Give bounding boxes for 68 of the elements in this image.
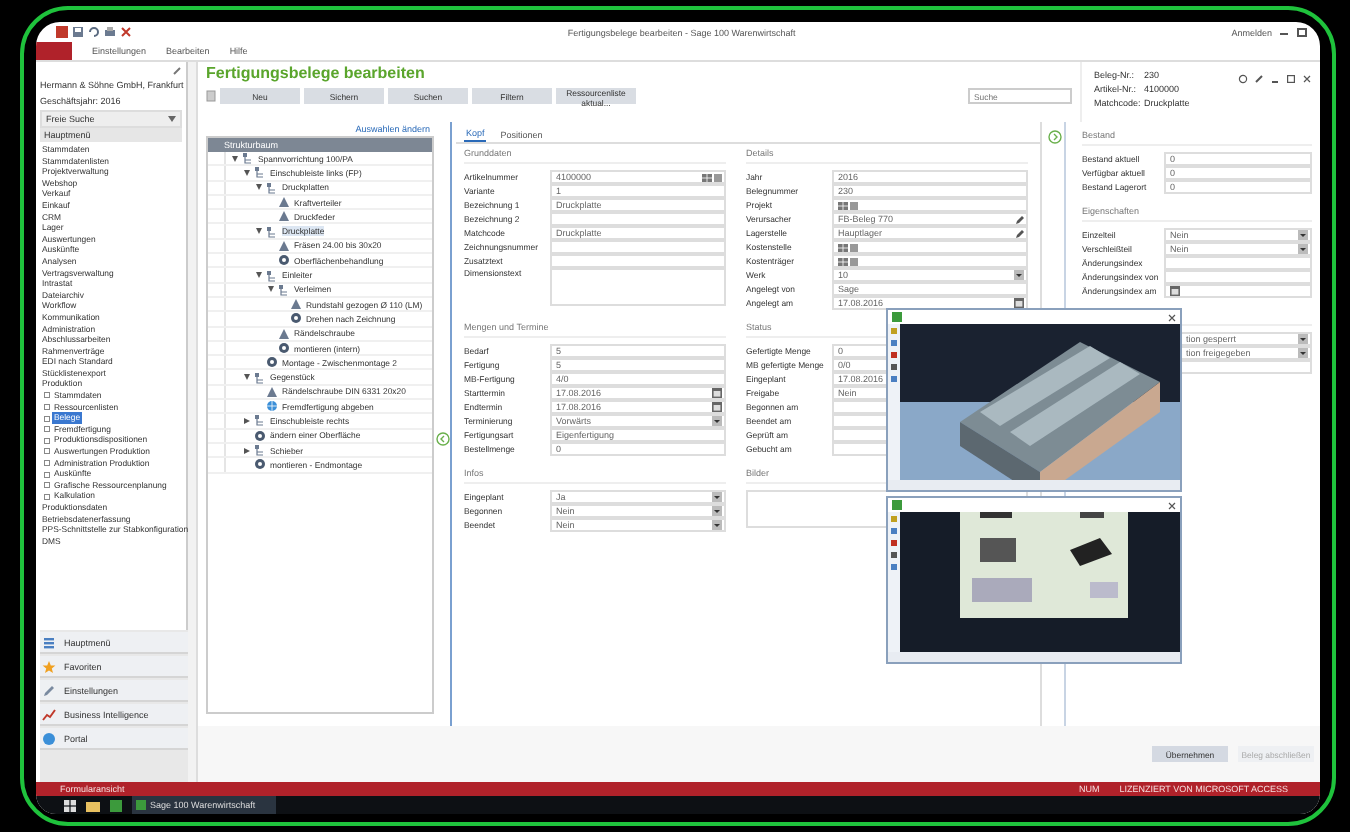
input-field[interactable]	[550, 211, 726, 227]
expand-arrow-icon[interactable]	[256, 184, 262, 191]
globe-icon	[266, 400, 278, 413]
app-icon	[136, 800, 146, 810]
restore-icon[interactable]	[1296, 26, 1308, 38]
dropdown-icon[interactable]	[1298, 348, 1308, 358]
expand-arrow-icon[interactable]	[244, 447, 250, 454]
app-icon	[892, 500, 902, 510]
restore-icon[interactable]	[1286, 74, 1296, 84]
input-field[interactable]	[1180, 359, 1312, 375]
undo-icon[interactable]	[88, 26, 100, 38]
dropdown-icon[interactable]	[1298, 334, 1308, 344]
dropdown-icon[interactable]	[712, 520, 722, 530]
close-icon[interactable]	[1168, 501, 1176, 509]
input-field[interactable]	[832, 253, 1028, 269]
caret-icon	[168, 116, 176, 122]
dropdown-icon[interactable]	[1014, 270, 1024, 280]
input-field[interactable]	[550, 239, 726, 255]
close-icon[interactable]	[1168, 313, 1176, 321]
close-icon[interactable]	[120, 26, 132, 38]
folder-icon[interactable]	[86, 799, 100, 811]
input-field[interactable]	[1164, 269, 1312, 285]
chart-icon	[42, 707, 56, 721]
input-field[interactable]	[832, 239, 1028, 255]
page-title: Fertigungsbelege bearbeiten	[206, 62, 427, 86]
print-icon[interactable]	[104, 26, 116, 38]
windows-icon[interactable]	[64, 799, 76, 811]
table-icon[interactable]	[702, 173, 712, 181]
gear-icon	[290, 312, 302, 325]
gear-icon	[278, 254, 290, 267]
calendar-icon[interactable]	[1170, 286, 1180, 296]
structure-icon	[254, 444, 266, 457]
expand-arrow-icon[interactable]	[244, 417, 250, 424]
expand-arrow-icon[interactable]	[256, 228, 262, 235]
input-field[interactable]	[1164, 255, 1312, 271]
star-icon	[42, 659, 56, 673]
app-icon	[56, 26, 68, 38]
table-icon[interactable]	[838, 257, 848, 265]
input-field[interactable]	[832, 197, 1028, 213]
triangle-icon	[278, 239, 290, 252]
dropdown-icon[interactable]	[712, 506, 722, 516]
menu-icon	[42, 635, 56, 649]
calendar-icon[interactable]	[1014, 298, 1024, 308]
dropdown-icon[interactable]	[1298, 244, 1308, 254]
dropdown-icon[interactable]	[712, 492, 722, 502]
triangle-icon	[266, 385, 278, 398]
triangle-icon	[278, 327, 290, 340]
close-icon[interactable]	[1302, 74, 1312, 84]
gear-icon	[254, 429, 266, 442]
structure-icon	[254, 414, 266, 427]
pen-icon	[42, 683, 56, 697]
table-icon[interactable]	[838, 243, 848, 251]
dropdown-icon[interactable]	[1298, 230, 1308, 240]
input-field[interactable]	[1164, 283, 1312, 299]
input-field[interactable]	[550, 253, 726, 269]
app-icon[interactable]	[110, 799, 122, 811]
expand-arrow-icon[interactable]	[244, 374, 250, 381]
save-icon[interactable]	[72, 26, 84, 38]
expand-icon[interactable]	[1048, 130, 1062, 144]
dropdown-icon[interactable]	[712, 416, 722, 426]
collapse-icon[interactable]	[435, 431, 449, 445]
globe-icon	[42, 731, 56, 745]
structure-icon	[266, 225, 278, 238]
app-icon	[892, 312, 902, 322]
table-icon[interactable]	[838, 201, 848, 209]
triangle-icon	[290, 298, 302, 311]
structure-icon	[254, 371, 266, 384]
gear-icon	[254, 458, 266, 471]
